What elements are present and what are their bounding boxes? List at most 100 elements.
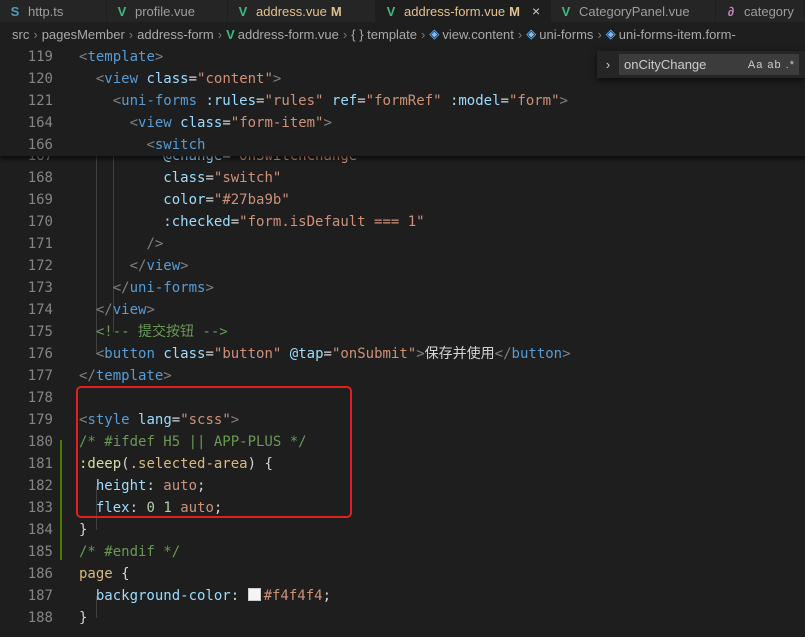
vue-file-icon: V (226, 26, 235, 42)
line-number: 120 (27, 71, 53, 87)
line-number: 171 (27, 236, 53, 252)
code-text: <template> (79, 49, 164, 65)
code-text: /> (146, 236, 164, 252)
code-line[interactable]: 173 </uni-forms> (0, 277, 805, 299)
code-line[interactable]: 177 </template> (0, 365, 805, 387)
breadcrumb-item[interactable]: uni-forms (539, 27, 593, 42)
element-icon: ◈ (526, 26, 537, 41)
code-text: <view class="form-item"> (129, 115, 332, 131)
breadcrumb-item[interactable]: pagesMember (42, 27, 125, 42)
code-text: </template> (79, 368, 172, 384)
breadcrumb: src › pagesMember › address-form › Vaddress… (0, 22, 805, 46)
breadcrumb-item[interactable]: view.content (442, 27, 514, 42)
code-text: </view> (95, 302, 155, 318)
tab-http-ts[interactable]: Shttp.ts (0, 0, 107, 22)
chevron-right-icon: › (342, 26, 348, 42)
breadcrumb-item[interactable]: uni-forms-item.form- (619, 27, 736, 42)
line-number: 178 (27, 390, 53, 406)
line-number: 183 (27, 500, 53, 516)
code-text: </uni-forms> (112, 280, 214, 296)
line-number: 186 (27, 566, 53, 582)
tab-address-form-vue[interactable]: Vaddress-form.vue M × (376, 0, 551, 22)
scss-file-icon: ∂ (727, 3, 735, 19)
line-number: 164 (27, 115, 53, 131)
code-line[interactable]: 169 color="#27ba9b" (0, 189, 805, 211)
code-line[interactable]: 166 <switch (0, 134, 805, 156)
code-line[interactable]: 164 <view class="form-item"> (0, 112, 805, 134)
line-number: 177 (27, 368, 53, 384)
code-line[interactable]: 175 <!-- 提交按钮 --> (0, 321, 805, 343)
tab-category[interactable]: ∂ category (716, 0, 805, 22)
close-icon[interactable]: × (532, 3, 540, 19)
line-number: 187 (27, 588, 53, 604)
code-line[interactable]: 185 /* #endif */ (0, 541, 805, 563)
line-number: 184 (27, 522, 53, 538)
code-line[interactable]: 172 </view> (0, 255, 805, 277)
code-line[interactable]: 184} (0, 519, 805, 541)
breadcrumb-item[interactable]: address-form (137, 27, 214, 42)
line-number: 182 (27, 478, 53, 494)
tab-label: CategoryPanel.vue (579, 3, 690, 19)
find-input[interactable]: onCityChange Aa ab .* (619, 54, 799, 75)
code-editor[interactable]: 119 <template> 120 <view class="content"> 1… (0, 46, 805, 637)
find-value: onCityChange (624, 57, 707, 72)
line-number: 169 (27, 192, 53, 208)
editor-tab-bar: Shttp.ts Vprofile.vue Vaddress.vue M Vadd… (0, 0, 805, 22)
modified-badge: M (509, 3, 520, 19)
chevron-right-icon: › (33, 26, 38, 42)
code-line[interactable]: 176 <button class="button" @tap="onSubmi… (0, 343, 805, 365)
line-number: 173 (27, 280, 53, 296)
line-number: 181 (27, 456, 53, 472)
code-text: /* #endif */ (79, 544, 181, 560)
find-options-icons[interactable]: Aa ab .* (748, 59, 795, 71)
code-line[interactable]: 170 :checked="form.isDefault === 1" (0, 211, 805, 233)
code-text: <button class="button" @tap="onSubmit">保… (95, 346, 571, 362)
breadcrumb-item[interactable]: src (12, 27, 29, 42)
code-line[interactable]: 168 class="switch" (0, 167, 805, 189)
line-number: 176 (27, 346, 53, 362)
code-text: class="switch" (163, 170, 282, 186)
typescript-file-icon: S (10, 3, 20, 19)
code-text: color="#27ba9b" (163, 192, 290, 208)
code-text: :checked="form.isDefault === 1" (163, 214, 425, 230)
find-widget: › onCityChange Aa ab .* (597, 51, 805, 78)
line-number: 180 (27, 434, 53, 450)
element-icon: ◈ (429, 26, 440, 41)
breadcrumb-item[interactable]: address-form.vue (238, 27, 339, 42)
code-text: <switch (146, 137, 206, 153)
line-number: 185 (27, 544, 53, 560)
code-line[interactable]: 187 background-color: #f4f4f4; (0, 585, 805, 607)
breadcrumb-item[interactable]: { } template (351, 27, 417, 42)
line-number: 172 (27, 258, 53, 274)
line-number: 179 (27, 412, 53, 428)
line-number: 168 (27, 170, 53, 186)
code-line[interactable]: 188} (0, 607, 805, 629)
line-number: 175 (27, 324, 53, 340)
tab-profile-vue[interactable]: Vprofile.vue (107, 0, 228, 22)
line-number: 166 (27, 137, 53, 153)
chevron-right-icon[interactable]: › (597, 57, 619, 72)
code-text: } (79, 610, 88, 626)
code-text: </view> (129, 258, 189, 274)
tab-categorypanel-vue[interactable]: V CategoryPanel.vue (551, 0, 716, 22)
modified-badge: M (330, 3, 342, 19)
chevron-right-icon: › (597, 26, 602, 42)
code-line[interactable]: 174 </view> (0, 299, 805, 321)
element-icon: ◈ (605, 26, 616, 41)
line-number: 174 (27, 302, 53, 318)
code-text: background-color: #f4f4f4; (95, 588, 332, 604)
code-text: <view class="content"> (95, 71, 282, 87)
code-text: } (79, 522, 88, 538)
code-text: <uni-forms :rules="rules" ref="formRef" … (112, 93, 568, 109)
tab-label: http.ts (28, 3, 64, 19)
code-line[interactable]: 186 page { (0, 563, 805, 585)
code-line[interactable]: 171 /> (0, 233, 805, 255)
tab-label: address.vue (256, 3, 327, 19)
chevron-right-icon: › (128, 26, 134, 42)
vue-file-icon: V (386, 3, 396, 19)
line-number: 119 (27, 49, 53, 65)
code-line[interactable]: 121 <uni-forms :rules="rules" ref="formR… (0, 90, 805, 112)
tab-address-vue[interactable]: Vaddress.vue M (228, 0, 376, 22)
tab-label: profile.vue (135, 3, 195, 19)
tab-label: category (744, 3, 794, 19)
